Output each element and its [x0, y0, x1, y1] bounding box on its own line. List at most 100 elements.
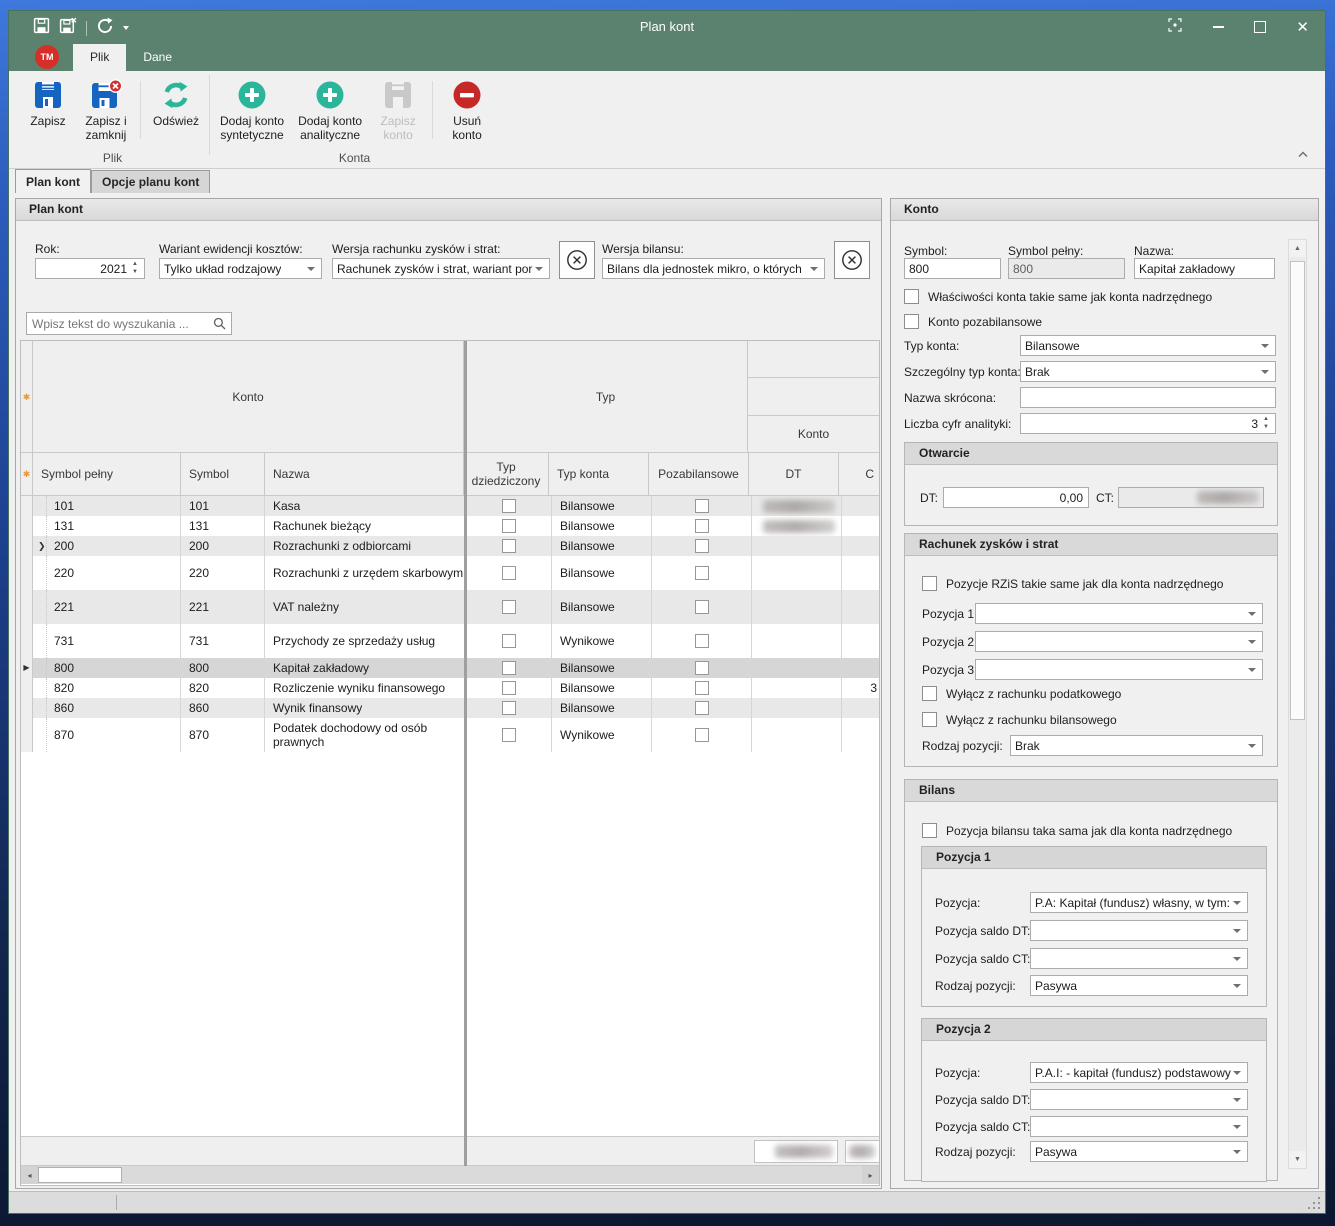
checkbox-pozabilansowe[interactable]: [695, 728, 709, 742]
table-row[interactable]: 860860Wynik finansowyBilansowe: [21, 698, 879, 718]
wersja-bilansu-dropdown[interactable]: Bilans dla jednostek mikro, o których: [602, 258, 825, 279]
table-row[interactable]: ❯200200Rozrachunki z odbiorcamiBilansowe: [21, 536, 879, 556]
column-nazwa[interactable]: Nazwa: [265, 453, 464, 496]
szczegolny-typ-dropdown[interactable]: Brak: [1020, 361, 1276, 382]
checkbox-typ-dziedziczony[interactable]: [502, 539, 516, 553]
poz1-pozycja-dropdown[interactable]: P.A: Kapitał (fundusz) własny, w tym:: [1030, 892, 1248, 913]
checkbox-typ-dziedziczony[interactable]: [502, 701, 516, 715]
clear-bilans-button[interactable]: [834, 241, 870, 279]
band-otwarcie-clipped[interactable]: [748, 341, 879, 378]
scroll-right-arrow-icon[interactable]: ▸: [862, 1166, 879, 1184]
checkbox-typ-dziedziczony[interactable]: [502, 519, 516, 533]
nazwa-input[interactable]: Kapitał zakładowy: [1134, 258, 1275, 279]
horizontal-scrollbar-thumb[interactable]: [38, 1167, 122, 1183]
checkbox-pozabilansowe[interactable]: [695, 600, 709, 614]
table-row[interactable]: 101101KasaBilansowe: [21, 496, 879, 516]
poz2-saldo-ct-dropdown[interactable]: [1030, 1116, 1248, 1137]
rodzaj-pozycji-dropdown[interactable]: Brak: [1010, 735, 1263, 756]
poz1-saldo-dt-dropdown[interactable]: [1030, 920, 1248, 941]
band-typ[interactable]: Typ: [464, 341, 748, 453]
minimize-icon[interactable]: [1213, 26, 1224, 28]
horizontal-scrollbar[interactable]: ◂ ▸: [21, 1166, 879, 1184]
clear-rzis-button[interactable]: [559, 241, 595, 279]
checkbox-pozabilansowe[interactable]: [695, 701, 709, 715]
checkbox-typ-dziedziczony[interactable]: [502, 499, 516, 513]
checkbox-pozabilansowe[interactable]: [695, 499, 709, 513]
column-dt[interactable]: DT: [749, 453, 839, 496]
checkbox-pozabilansowe[interactable]: [695, 661, 709, 675]
app-logo[interactable]: TM: [35, 45, 59, 69]
pozycja1-dropdown[interactable]: [975, 603, 1263, 624]
checkbox-icon[interactable]: [922, 712, 937, 727]
pozycja2-dropdown[interactable]: [975, 631, 1263, 652]
column-typ-konta[interactable]: Typ konta: [549, 453, 649, 496]
vertical-scrollbar[interactable]: ▲ ▼: [1288, 239, 1307, 1169]
ribbon-tab-plik[interactable]: Plik: [73, 44, 126, 71]
chk-pozabilansowe[interactable]: Konto pozabilansowe: [904, 314, 1042, 329]
rok-spinner[interactable]: 2021 ▲▼: [35, 258, 145, 279]
poz2-saldo-dt-dropdown[interactable]: [1030, 1089, 1248, 1110]
checkbox-typ-dziedziczony[interactable]: [502, 728, 516, 742]
table-row[interactable]: 221221VAT należnyBilansowe: [21, 590, 879, 624]
column-typ-dziedziczony[interactable]: Typ dziedziczony: [464, 453, 549, 496]
save-icon[interactable]: [33, 17, 50, 39]
ribbon-collapse-chevron-icon[interactable]: [1297, 145, 1309, 163]
search-icon[interactable]: [213, 317, 226, 330]
chk-same-props[interactable]: Właściwości konta takie same jak konta n…: [904, 289, 1212, 304]
column-ct-clipped[interactable]: C: [839, 453, 879, 496]
save-close-icon[interactable]: [59, 17, 77, 39]
frozen-column-splitter[interactable]: [464, 341, 467, 1166]
zapisz-button[interactable]: Zapisz: [19, 78, 77, 129]
table-row[interactable]: 870870Podatek dochodowy od osób prawnych…: [21, 718, 879, 752]
dodaj-konto-syntetyczne-button[interactable]: Dodaj konto syntetyczne: [213, 78, 291, 143]
search-input[interactable]: [27, 317, 213, 331]
chk-bilans-same[interactable]: Pozycja bilansu taka sama jak dla konta …: [922, 823, 1232, 838]
tab-opcje-planu-kont[interactable]: Opcje planu kont: [91, 170, 210, 193]
spinner-arrows-icon[interactable]: ▲▼: [129, 261, 141, 276]
nazwa-skrocona-input[interactable]: [1020, 387, 1276, 408]
pozycja3-dropdown[interactable]: [975, 659, 1263, 680]
usun-konto-button[interactable]: Usuń konto: [438, 78, 496, 143]
poz2-pozycja-dropdown[interactable]: P.A.I: - kapitał (fundusz) podstawowy: [1030, 1062, 1248, 1083]
qat-dropdown-caret-icon[interactable]: [123, 26, 129, 30]
vertical-scrollbar-thumb[interactable]: [1290, 261, 1305, 720]
checkbox-typ-dziedziczony[interactable]: [502, 681, 516, 695]
chk-rzis-same[interactable]: Pozycje RZiS takie same jak dla konta na…: [922, 576, 1223, 591]
column-symbol[interactable]: Symbol: [181, 453, 265, 496]
maximize-icon[interactable]: [1254, 21, 1266, 33]
chk-wylacz-podatkowy[interactable]: Wyłącz z rachunku podatkowego: [922, 686, 1121, 701]
checkbox-typ-dziedziczony[interactable]: [502, 566, 516, 580]
symbol-input[interactable]: 800: [904, 258, 1001, 279]
odswiez-button[interactable]: Odśwież: [146, 78, 206, 129]
poz1-rodzaj-dropdown[interactable]: Pasywa: [1030, 975, 1248, 996]
table-row[interactable]: ▶800800Kapitał zakładowyBilansowe: [21, 658, 879, 678]
refresh-icon[interactable]: [96, 17, 114, 40]
column-symbol-pelny[interactable]: Symbol pełny: [33, 453, 181, 496]
otwarcie-dt-input[interactable]: 0,00: [943, 487, 1089, 508]
checkbox-pozabilansowe[interactable]: [695, 681, 709, 695]
checkbox-typ-dziedziczony[interactable]: [502, 661, 516, 675]
checkbox-icon[interactable]: [922, 823, 937, 838]
poz1-saldo-ct-dropdown[interactable]: [1030, 948, 1248, 969]
checkbox-pozabilansowe[interactable]: [695, 519, 709, 533]
scroll-up-arrow-icon[interactable]: ▲: [1289, 240, 1306, 257]
wariant-dropdown[interactable]: Tylko układ rodzajowy: [159, 258, 322, 279]
band-otwarcie-konto[interactable]: Konto: [748, 416, 879, 453]
checkbox-icon[interactable]: [922, 686, 937, 701]
table-row[interactable]: 220220Rozrachunki z urzędem skarbowymBil…: [21, 556, 879, 590]
scroll-left-arrow-icon[interactable]: ◂: [21, 1166, 38, 1184]
chk-wylacz-bilansowy[interactable]: Wyłącz z rachunku bilansowego: [922, 712, 1117, 727]
dodaj-konto-analityczne-button[interactable]: Dodaj konto analityczne: [291, 78, 369, 143]
band-okres-clipped[interactable]: [748, 378, 879, 416]
column-pozabilansowe[interactable]: Pozabilansowe: [649, 453, 749, 496]
typ-konta-dropdown[interactable]: Bilansowe: [1020, 335, 1276, 356]
band-konto[interactable]: Konto: [33, 341, 464, 453]
ribbon-tab-dane[interactable]: Dane: [126, 44, 189, 71]
wersja-rzis-dropdown[interactable]: Rachunek zysków i strat, wariant poró: [332, 258, 550, 279]
liczba-cyfr-spinner[interactable]: 3 ▲▼: [1020, 413, 1276, 434]
checkbox-icon[interactable]: [904, 289, 919, 304]
checkbox-icon[interactable]: [922, 576, 937, 591]
checkbox-pozabilansowe[interactable]: [695, 634, 709, 648]
checkbox-pozabilansowe[interactable]: [695, 566, 709, 580]
table-row[interactable]: 731731Przychody ze sprzedaży usługWyniko…: [21, 624, 879, 658]
